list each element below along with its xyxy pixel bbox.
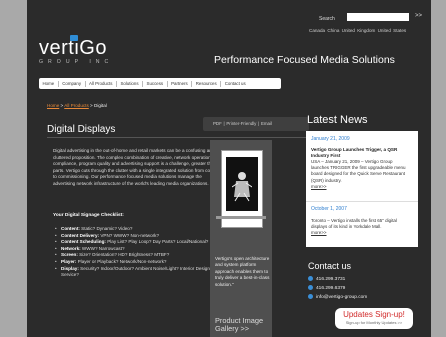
nav-item-company[interactable]: Company [59, 80, 86, 87]
page-title: Digital Displays [47, 124, 116, 135]
checklist-text: Security? Indoor/Outdoor? Ambient Noise/… [61, 265, 213, 278]
news-date: October 1, 2007 [311, 206, 347, 212]
checklist-label: Content Delivery: [61, 232, 100, 238]
breadcrumb-home-link[interactable]: Home [47, 103, 59, 108]
nav-item-solutions[interactable]: Solutions [117, 80, 144, 87]
news-body: USA – January 21, 2009 – Vertigo Group l… [311, 159, 406, 183]
product-graphic-icon [232, 172, 252, 202]
list-item: Content Delivery: VPN? WWW? Non-network? [55, 233, 225, 240]
checklist-label: Content: [61, 226, 80, 231]
news-more-link[interactable]: more>> [311, 184, 411, 189]
email-link[interactable]: info@vertigo-group.com [316, 295, 367, 300]
checklist-label: Content Scheduling: [61, 239, 106, 245]
checklist-text: WWW? Narrowcast? [80, 245, 125, 251]
fax-number: 416.299.6379 [316, 285, 346, 291]
signup-sublabel: Sign-up for Monthly Updates >> [345, 320, 403, 325]
search-input[interactable] [347, 13, 409, 21]
news-body: Toronto – Vertigo installs the first 65"… [311, 218, 397, 230]
news-more-link[interactable]: more>> [311, 230, 411, 235]
breadcrumb: Home > All Products > Digital [47, 103, 107, 108]
checklist-label: Display: [61, 265, 79, 271]
phone-icon [308, 276, 313, 281]
fax-icon [308, 285, 313, 290]
divider [306, 201, 418, 202]
checklist-text: VPN? WWW? Non-network? [99, 232, 160, 238]
product-caption: Vertigo's open architecture and system p… [215, 256, 270, 287]
list-item: Content: Static? Dynamic? Video? [55, 226, 225, 233]
contact-phone: 416.299.3731 [308, 276, 345, 282]
checklist-text: Size? Orientation? HD? Brightness? MTBF? [77, 252, 170, 258]
contact-fax: 416.299.6379 [308, 285, 345, 291]
nav-item-all-products[interactable]: All Products [86, 80, 117, 87]
country-links[interactable]: Canada China United Kingdom United State… [309, 28, 406, 33]
list-item: Player: Player or Playback? Network/Non-… [55, 259, 225, 266]
product-panel: Vertigo's open architecture and system p… [210, 140, 272, 337]
news-headline[interactable]: Vertigo Group Launches Trigger, a QSR In… [311, 147, 411, 159]
nav-item-partners[interactable]: Partners [168, 80, 193, 87]
checklist: Content: Static? Dynamic? Video? Content… [55, 226, 225, 279]
checklist-text: Static? Dynamic? Video? [79, 226, 133, 231]
logo-subtitle: GROUP INC [39, 59, 114, 65]
main-nav: Home Company All Products Solutions Succ… [39, 78, 281, 89]
product-screen [226, 157, 258, 211]
logo-badge-icon [70, 35, 78, 41]
search-label: Search [319, 16, 335, 22]
list-item: Screen: Size? Orientation? HD? Brightnes… [55, 252, 225, 259]
signup-button[interactable]: Updates Sign-up! Sign-up for Monthly Upd… [335, 308, 413, 329]
tagline: Performance Focused Media Solutions [214, 54, 395, 66]
checklist-label: Network: [61, 245, 81, 251]
logo[interactable]: vertiGo GROUP INC [39, 38, 113, 65]
contact-title: Contact us [308, 261, 352, 271]
intro-paragraph: Digital advertising in the out-of-home a… [53, 148, 223, 186]
nav-item-contact-us[interactable]: Contact us [221, 81, 249, 87]
news-box: January 21, 2009 Vertigo Group Launches … [306, 131, 418, 247]
checklist-title: Your Digital Signage Checklist: [53, 213, 124, 218]
contact-email: info@vertigo-group.com [308, 294, 367, 300]
checklist-text: Player or Playback? Network/Non-network? [76, 258, 167, 264]
search-go-button[interactable]: >> [415, 13, 422, 19]
logo-wordmark: vertiGo [39, 37, 107, 59]
news-title: Latest News [307, 114, 368, 126]
signup-label: Updates Sign-up! [343, 310, 405, 319]
checklist-label: Screen: [61, 252, 78, 258]
product-stand [216, 216, 266, 219]
list-item: Network: WWW? Narrowcast? [55, 246, 225, 253]
breadcrumb-all-products-link[interactable]: All Products [64, 103, 89, 108]
nav-item-success[interactable]: Success [143, 80, 168, 87]
nav-item-resources[interactable]: Resources [192, 80, 222, 87]
list-item: Content Scheduling: Play List? Play Loop… [55, 239, 225, 246]
nav-item-home[interactable]: Home [39, 80, 59, 87]
breadcrumb-current: Digital [94, 103, 107, 108]
share-toolbar-links[interactable]: PDF | Printer-Friendly | Email [213, 121, 272, 126]
list-item: Display: Security? Indoor/Outdoor? Ambie… [55, 266, 225, 279]
checklist-label: Player: [61, 258, 77, 264]
email-icon [308, 294, 313, 299]
divider [47, 137, 307, 138]
page: Search >> Canada China United Kingdom Un… [27, 0, 431, 337]
gallery-link[interactable]: Product Image Gallery >> [215, 317, 272, 333]
news-date: January 21, 2009 [311, 136, 350, 142]
phone-number: 416.299.3731 [316, 276, 346, 282]
checklist-text: Play List? Play Loop? Day Parts? Local/N… [105, 239, 209, 245]
